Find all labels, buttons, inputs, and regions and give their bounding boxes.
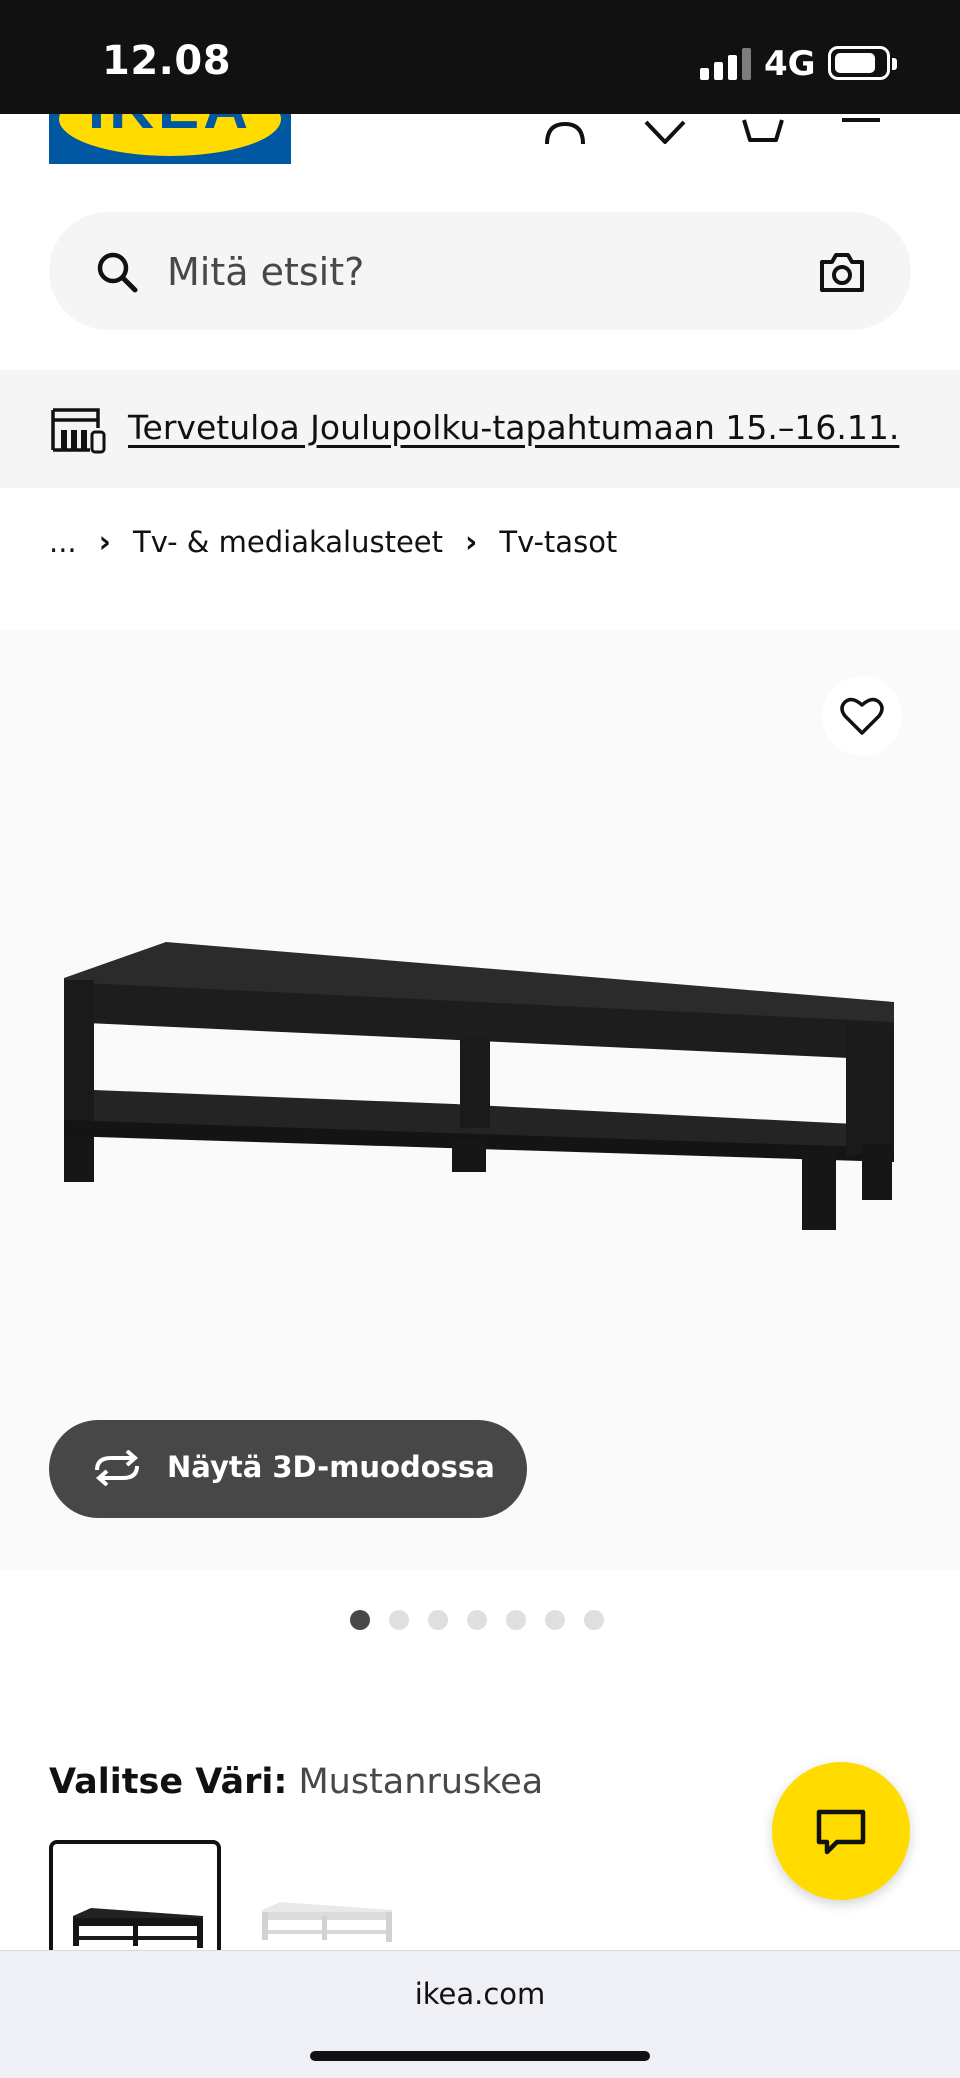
chevron-right-icon: › [98,524,112,560]
event-banner[interactable]: Tervetuloa Joulupolku-tapahtumaan 15.–16… [0,370,960,488]
swatch-image [262,1902,392,1942]
carousel-dot[interactable] [350,1610,370,1630]
browser-address-bar[interactable]: ikea.com [0,1950,960,2078]
battery-icon [828,46,897,80]
carousel-indicator [350,1610,604,1632]
breadcrumb-item-tv-stands[interactable]: Tv-tasot [499,525,617,559]
color-option-white[interactable] [242,1840,414,1960]
color-option-black-brown[interactable] [49,1840,221,1960]
carousel-dot[interactable] [545,1610,565,1630]
banner-link[interactable]: Tervetuloa Joulupolku-tapahtumaan 15.–16… [128,408,899,447]
carousel-dot[interactable] [506,1610,526,1630]
home-indicator [310,2051,650,2061]
status-bar: 12.08 4G [0,0,960,114]
status-time: 12.08 [102,38,232,84]
breadcrumb-ellipsis[interactable]: ... [49,525,77,559]
url-text[interactable]: ikea.com [0,1977,960,2011]
product-image [64,942,894,1230]
chat-icon [816,1809,866,1855]
breadcrumb: ... › Tv- & mediakalusteet › Tv-tasot [49,522,617,562]
heart-icon [840,697,884,735]
search-bar[interactable]: Mitä etsit? [49,212,911,330]
store-icon [51,408,106,454]
menu-icon[interactable] [838,114,888,154]
color-selector-heading: Valitse Väri: Mustanruskea [49,1762,543,1802]
search-icon [97,252,138,293]
carousel-dot[interactable] [584,1610,604,1630]
logo-text: IKEA [49,114,291,143]
view-3d-button[interactable]: Näytä 3D-muodossa [49,1420,527,1518]
chat-button[interactable] [772,1762,910,1900]
rotate-3d-icon [95,1450,139,1486]
color-label: Valitse Väri: [49,1762,288,1802]
breadcrumb-item-tv-media[interactable]: Tv- & mediakalusteet [133,525,443,559]
cart-icon[interactable] [738,114,788,154]
signal-icon [700,48,752,80]
network-type: 4G [764,44,816,84]
camera-icon[interactable] [817,248,867,296]
search-input[interactable]: Mitä etsit? [167,250,364,294]
heart-icon[interactable] [640,114,690,154]
view-3d-label: Näytä 3D-muodossa [167,1450,495,1484]
chevron-right-icon: › [465,524,478,560]
add-to-favourites-button[interactable] [822,676,902,756]
carousel-dot[interactable] [467,1610,487,1630]
site-header: IKEA [0,114,960,174]
ikea-logo[interactable]: IKEA [49,114,291,164]
carousel-dot[interactable] [389,1610,409,1630]
carousel-dot[interactable] [428,1610,448,1630]
color-value: Mustanruskea [298,1762,544,1802]
account-icon[interactable] [540,114,590,154]
